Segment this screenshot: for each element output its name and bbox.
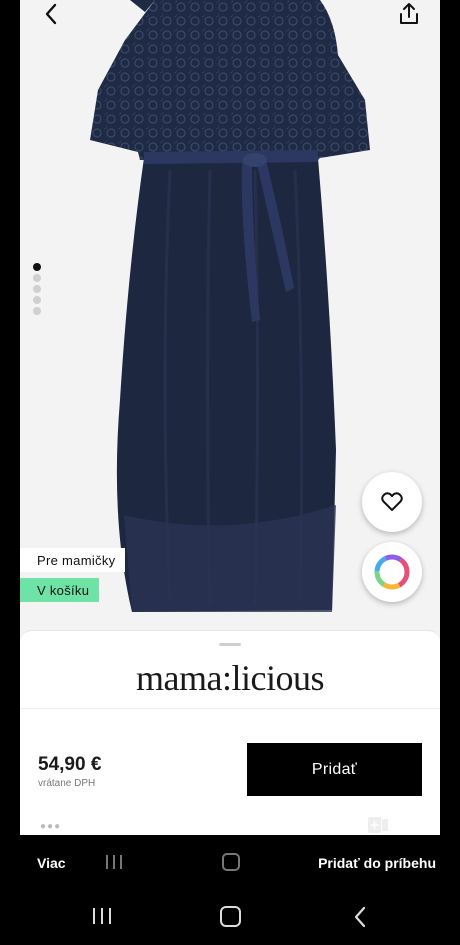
back-button[interactable] [38,0,64,28]
more-dots-icon: ●●● [40,821,62,832]
product-info-sheet: mama:licious 54,90 € vrátane DPH Pridať … [20,630,440,835]
share-icon [400,3,418,24]
heart-icon [381,492,403,511]
story-action-bar: Viac Pridať do príbehu [20,835,440,890]
image-pager-dots[interactable] [33,263,41,315]
for-moms-badge: Pre mamičky [20,548,126,572]
add-to-cart-button[interactable]: Pridať [247,743,422,796]
price: 54,90 € [38,754,102,775]
color-ring-icon [374,554,410,590]
product-image-area[interactable]: Pre mamičky V košíku [20,0,440,630]
share-button[interactable] [396,0,422,28]
home-icon[interactable] [220,906,241,927]
recent-apps-icon[interactable] [90,907,114,925]
pager-dot[interactable] [33,274,41,282]
system-nav-bar [0,890,460,945]
add-to-story-button[interactable]: Pridať do príbehu [318,855,436,871]
brand-name[interactable]: mama:licious [20,657,440,699]
recent-apps-ghost-icon [106,855,122,869]
pager-dot[interactable] [33,263,41,271]
pager-dot[interactable] [33,307,41,315]
in-cart-badge: V košíku [20,578,100,602]
dress-image [90,0,370,612]
pager-dot[interactable] [33,296,41,304]
color-picker-button[interactable] [362,542,422,602]
sheet-handle[interactable] [219,643,241,646]
chevron-left-icon [45,3,57,25]
vat-note: vrátane DPH [38,778,96,789]
divider [20,708,440,709]
product-screen: Pre mamičky V košíku mama:licious 54,90 … [20,0,440,835]
home-ghost-icon [222,853,240,871]
more-button[interactable]: Viac [37,855,66,871]
back-nav-icon[interactable] [352,906,368,928]
favorite-button[interactable] [362,472,422,532]
pager-dot[interactable] [33,285,41,293]
add-to-story-icon[interactable] [368,815,390,835]
